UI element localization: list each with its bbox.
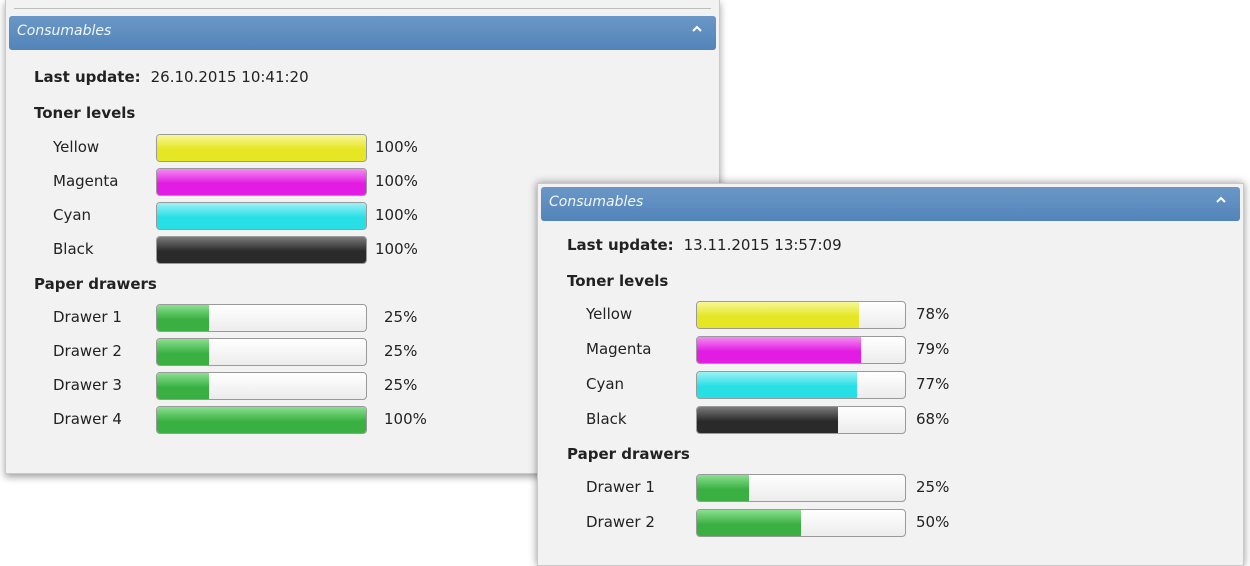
drawer-name: Drawer 1 bbox=[53, 308, 122, 326]
level-fill bbox=[157, 237, 366, 263]
toner-level-bar bbox=[696, 371, 906, 399]
panel-header[interactable]: Consumables bbox=[541, 187, 1240, 221]
last-update: Last update: 26.10.2015 10:41:20 bbox=[34, 68, 309, 86]
drawer-level-bar bbox=[156, 406, 367, 434]
drawer-row: Drawer 4 100% bbox=[53, 406, 444, 436]
toner-row: Magenta 79% bbox=[586, 336, 976, 366]
panel-title: Consumables bbox=[549, 194, 644, 210]
level-percent: 78% bbox=[916, 305, 950, 323]
drawer-level-bar bbox=[696, 474, 906, 502]
drawer-level-bar bbox=[156, 304, 367, 332]
level-fill bbox=[697, 302, 860, 328]
drawer-level-bar bbox=[696, 509, 906, 537]
drawer-row: Drawer 1 25% bbox=[53, 304, 444, 334]
level-percent: 25% bbox=[384, 342, 418, 360]
level-percent: 100% bbox=[384, 410, 427, 428]
toner-level-bar bbox=[156, 168, 367, 196]
level-fill bbox=[697, 372, 858, 398]
level-percent: 25% bbox=[384, 376, 418, 394]
last-update-label: Last update: bbox=[567, 236, 674, 254]
level-percent: 77% bbox=[916, 375, 950, 393]
panel-header[interactable]: Consumables bbox=[9, 16, 716, 50]
toner-level-bar bbox=[696, 406, 906, 434]
chevron-up-icon[interactable] bbox=[692, 24, 702, 34]
chevron-up-icon[interactable] bbox=[1216, 195, 1226, 205]
toner-name: Black bbox=[53, 240, 94, 258]
toner-level-bar bbox=[696, 301, 906, 329]
toner-name: Magenta bbox=[586, 340, 652, 358]
drawer-row: Drawer 2 50% bbox=[586, 509, 976, 539]
level-fill bbox=[157, 135, 366, 161]
level-fill bbox=[157, 407, 366, 433]
toner-name: Yellow bbox=[53, 138, 100, 156]
level-fill bbox=[697, 475, 749, 501]
level-fill bbox=[697, 407, 839, 433]
toner-level-bar bbox=[156, 134, 367, 162]
level-percent: 68% bbox=[916, 410, 950, 428]
toner-level-bar bbox=[156, 202, 367, 230]
consumables-panel-2: Consumables Last update: 13.11.2015 13:57… bbox=[537, 183, 1244, 566]
level-percent: 50% bbox=[916, 513, 950, 531]
toner-name: Cyan bbox=[586, 375, 625, 393]
level-percent: 79% bbox=[916, 340, 950, 358]
level-fill bbox=[157, 373, 210, 399]
drawer-row: Drawer 3 25% bbox=[53, 372, 444, 402]
toner-row: Black 100% bbox=[53, 236, 435, 266]
level-percent: 100% bbox=[375, 172, 418, 190]
level-fill bbox=[157, 305, 210, 331]
last-update-value: 26.10.2015 10:41:20 bbox=[150, 68, 309, 86]
toner-levels-heading: Toner levels bbox=[34, 104, 136, 122]
level-fill bbox=[697, 510, 801, 536]
toner-row: Yellow 100% bbox=[53, 134, 435, 164]
previous-panel-edge bbox=[14, 0, 711, 9]
level-fill bbox=[157, 203, 366, 229]
toner-row: Magenta 100% bbox=[53, 168, 435, 198]
paper-drawers-heading: Paper drawers bbox=[34, 275, 157, 293]
level-percent: 25% bbox=[384, 308, 418, 326]
drawer-level-bar bbox=[156, 338, 367, 366]
panel-title: Consumables bbox=[17, 23, 112, 39]
toner-name: Black bbox=[586, 410, 627, 428]
toner-row: Cyan 77% bbox=[586, 371, 976, 401]
toner-levels-heading: Toner levels bbox=[567, 272, 669, 290]
drawer-name: Drawer 2 bbox=[586, 513, 655, 531]
level-percent: 25% bbox=[916, 478, 950, 496]
toner-row: Cyan 100% bbox=[53, 202, 435, 232]
toner-level-bar bbox=[156, 236, 367, 264]
toner-name: Magenta bbox=[53, 172, 119, 190]
drawer-row: Drawer 2 25% bbox=[53, 338, 444, 368]
paper-drawers-heading: Paper drawers bbox=[567, 445, 690, 463]
toner-row: Yellow 78% bbox=[586, 301, 976, 331]
level-fill bbox=[697, 337, 862, 363]
drawer-name: Drawer 1 bbox=[586, 478, 655, 496]
drawer-name: Drawer 4 bbox=[53, 410, 122, 428]
drawer-name: Drawer 3 bbox=[53, 376, 122, 394]
last-update-value: 13.11.2015 13:57:09 bbox=[683, 236, 842, 254]
level-fill bbox=[157, 339, 210, 365]
drawer-level-bar bbox=[156, 372, 367, 400]
level-percent: 100% bbox=[375, 240, 418, 258]
level-percent: 100% bbox=[375, 206, 418, 224]
toner-row: Black 68% bbox=[586, 406, 976, 436]
drawer-row: Drawer 1 25% bbox=[586, 474, 976, 504]
last-update-label: Last update: bbox=[34, 68, 141, 86]
drawer-name: Drawer 2 bbox=[53, 342, 122, 360]
level-fill bbox=[157, 169, 366, 195]
toner-name: Yellow bbox=[586, 305, 633, 323]
toner-level-bar bbox=[696, 336, 906, 364]
last-update: Last update: 13.11.2015 13:57:09 bbox=[567, 236, 842, 254]
toner-name: Cyan bbox=[53, 206, 92, 224]
level-percent: 100% bbox=[375, 138, 418, 156]
